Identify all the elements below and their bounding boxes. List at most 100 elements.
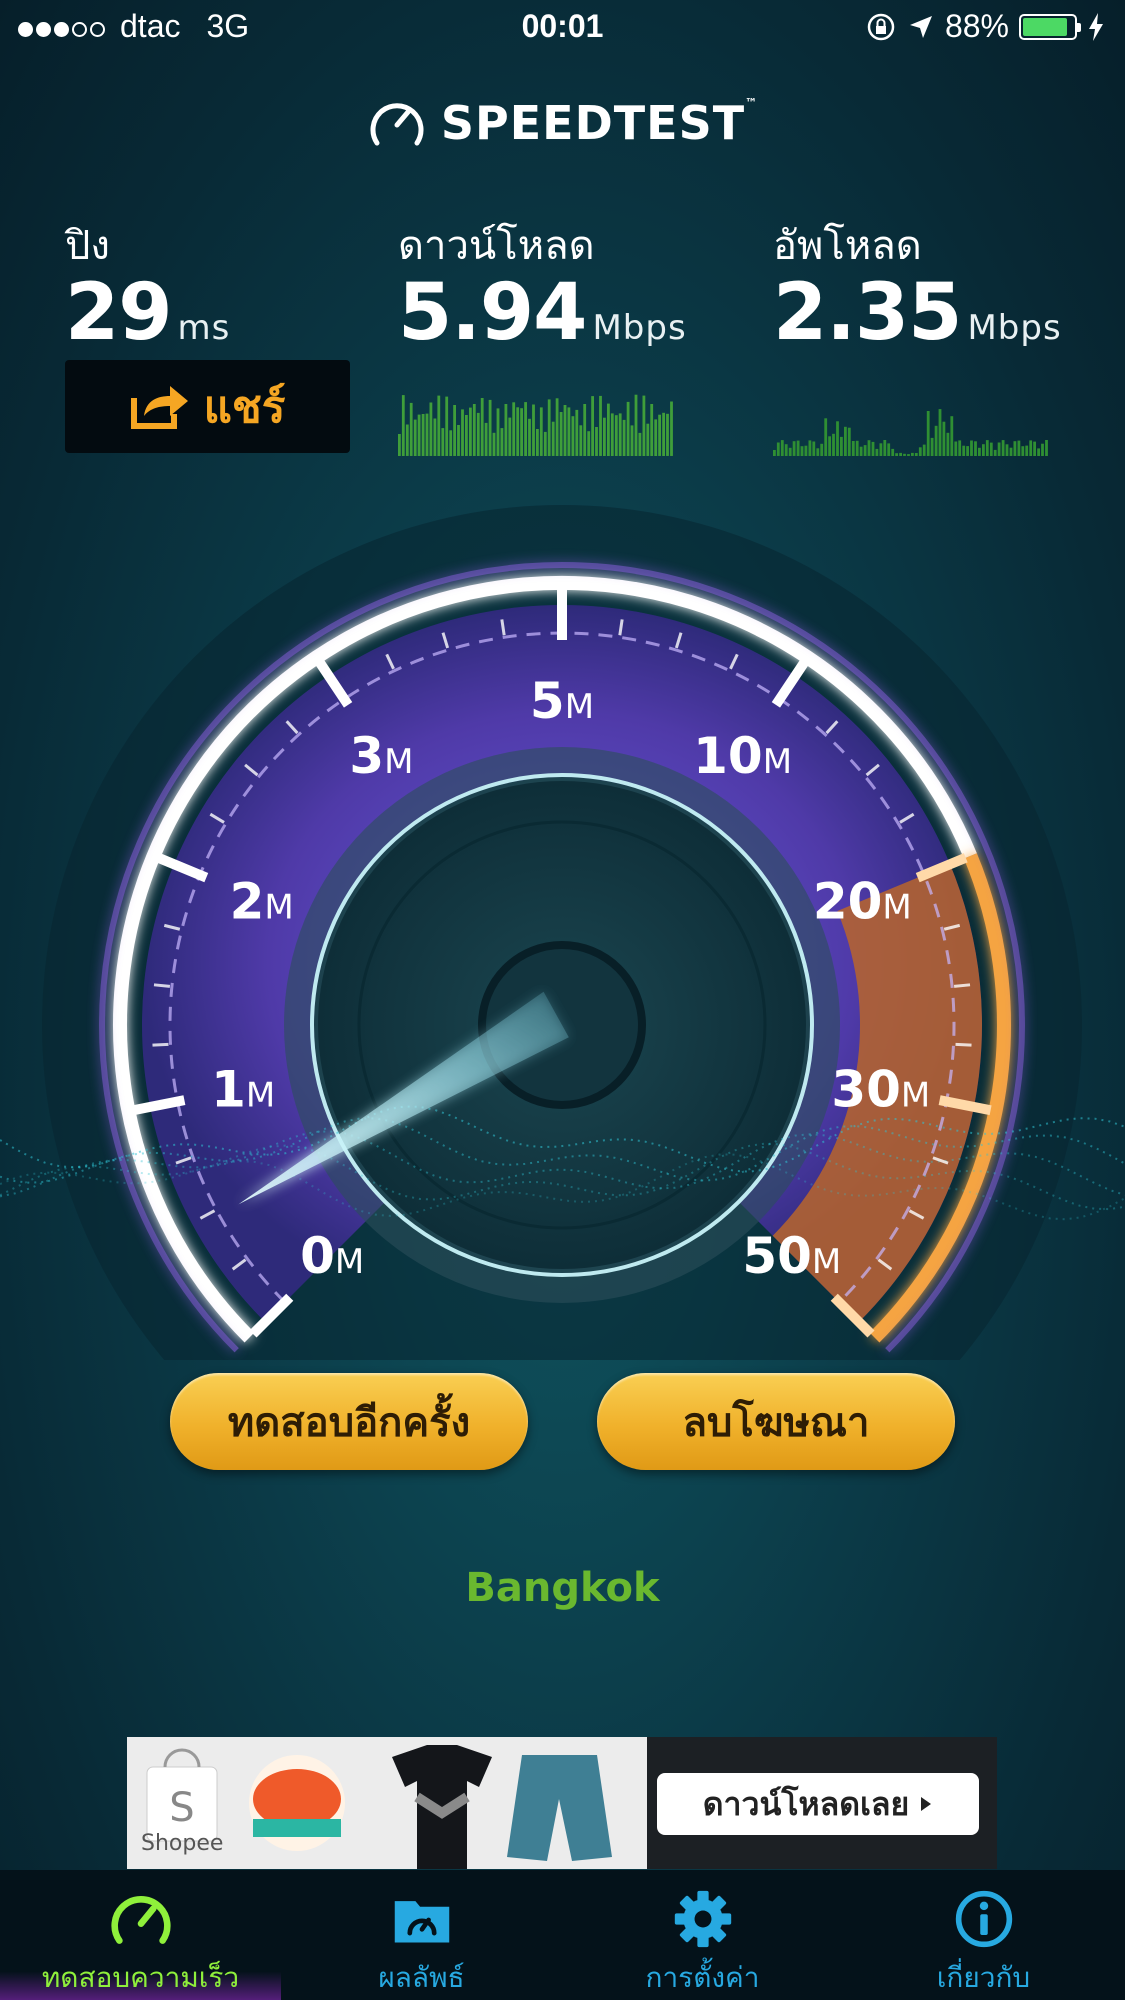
gauge-label-number: 50 — [742, 1227, 812, 1285]
tab-results[interactable]: ผลลัพธ์ — [281, 1870, 562, 2000]
sparkline-bar — [836, 421, 839, 456]
sparkline-bar — [528, 418, 531, 456]
sparkline-bar — [946, 432, 950, 456]
sparkline-bar — [1025, 445, 1029, 456]
upload-value: 2.35 Mbps — [773, 268, 1062, 358]
sparkline-bar — [792, 441, 796, 456]
sparkline-bar — [1033, 441, 1036, 456]
gauge-label-number: 30 — [831, 1060, 901, 1118]
sparkline-bar — [974, 441, 977, 456]
tab-speedtest-label: ทดสอบความเร็ว — [41, 1961, 240, 1994]
tab-settings-label: การตั้งค่า — [645, 1961, 760, 1994]
sparkline-bar — [808, 440, 812, 456]
sparkline-bar — [780, 440, 784, 456]
sparkline-bar — [851, 441, 855, 456]
sparkline-bar — [844, 426, 847, 456]
ping-value: 29 ms — [65, 268, 231, 358]
sparkline-bar — [788, 447, 792, 456]
sparkline-bar — [997, 442, 1001, 456]
sparkline-bar — [895, 453, 898, 456]
sparkline-bar — [512, 402, 516, 456]
charging-bolt-icon — [1089, 12, 1103, 41]
sparkline-bar — [504, 404, 508, 456]
sparkline-bar — [982, 444, 985, 456]
ad-image: S Shopee — [127, 1737, 647, 1869]
sparkline-bar — [911, 452, 914, 456]
gauge-label-unit: M — [763, 742, 792, 782]
upload-label: อัพโหลด — [773, 223, 922, 269]
gauge-label-unit: M — [264, 888, 293, 928]
sparkline-bar — [662, 412, 665, 456]
sparkline-bar — [603, 417, 606, 456]
sparkline-bar — [547, 399, 551, 456]
sparkline-bar — [524, 402, 527, 456]
gauge-label-unit: M — [882, 888, 911, 928]
sparkline-bar — [587, 431, 591, 456]
sparkline-bar — [646, 423, 650, 456]
ad-cta-label: ดาวน์โหลดเลย — [702, 1784, 910, 1823]
gauge-label-number: 0 — [300, 1227, 335, 1285]
sparkline-bar — [954, 441, 958, 456]
gauge-label-unit: M — [565, 687, 594, 727]
sparkline-bar — [543, 431, 547, 456]
server-location: Bangkok — [465, 1565, 660, 1611]
sparkline-bar — [642, 395, 646, 456]
sparkline-bar — [654, 419, 658, 456]
sparkline-bar — [903, 453, 906, 456]
share-button[interactable]: แชร์ — [65, 360, 350, 453]
tab-about[interactable]: เกี่ยวกับ — [843, 1870, 1124, 2000]
sparkline-bar — [607, 403, 610, 456]
tab-settings[interactable]: การตั้งค่า — [562, 1870, 843, 2000]
test-again-button[interactable]: ทดสอบอีกครั้ง — [170, 1373, 528, 1470]
sparkline-bar — [776, 442, 780, 456]
upload-metric: อัพโหลด 2.35 Mbps — [773, 222, 1062, 371]
sparkline-bar — [398, 434, 401, 456]
speedometer-logo-icon — [370, 103, 424, 146]
sparkline-bar — [409, 402, 413, 456]
sparkline-bar — [1009, 447, 1013, 456]
sparkline-bar — [595, 427, 598, 456]
sparkline-bar — [508, 417, 512, 456]
sparkline-bar — [867, 440, 871, 456]
sparkline-bar — [445, 396, 449, 456]
sparkline-bar — [469, 407, 472, 456]
ping-metric: ปิง 29 ms — [65, 222, 230, 371]
sparkline-bar — [922, 444, 926, 456]
sparkline-bar — [433, 418, 437, 456]
sparkline-bar — [520, 408, 523, 456]
sparkline-bar — [461, 409, 464, 456]
gauge-label-unit: M — [335, 1242, 364, 1282]
sparkline-bar — [429, 402, 433, 456]
remove-ads-button[interactable]: ลบโฆษณา — [597, 1373, 955, 1470]
sparkline-bar — [630, 425, 634, 456]
sparkline-bar — [516, 407, 520, 456]
sparkline-bar — [670, 401, 673, 456]
sparkline-bar — [985, 440, 989, 456]
sparkline-bar — [453, 405, 456, 456]
sparkline-bar — [666, 413, 669, 456]
sparkline-bar — [962, 445, 966, 456]
sparkline-bar — [989, 442, 993, 456]
sparkline-bar — [480, 398, 484, 456]
sparkline-bar — [622, 419, 626, 456]
gauge-label-unit: M — [246, 1075, 275, 1115]
sparkline-bar — [812, 441, 816, 456]
sparkline-bar — [859, 446, 863, 456]
gauge-minor-tick — [152, 1042, 169, 1047]
ad-banner[interactable]: S Shopee ดาวน์โหลดเลย — [127, 1737, 997, 1869]
sparkline-bar — [437, 395, 441, 456]
sparkline-bar — [610, 413, 614, 456]
sparkline-bar — [1041, 443, 1044, 456]
sparkline-bar — [907, 454, 910, 456]
ad-download-button[interactable]: ดาวน์โหลดเลย — [657, 1773, 979, 1835]
sparkline-bar — [658, 414, 661, 456]
sparkline-bar — [816, 448, 820, 456]
sparkline-bar — [413, 419, 417, 456]
gear-icon — [674, 1890, 731, 1948]
sparkline-bar — [575, 409, 579, 456]
battery-icon — [1019, 13, 1081, 40]
battery-percent: 88% — [944, 8, 1009, 44]
tab-speedtest[interactable]: ทดสอบความเร็ว — [0, 1870, 281, 2000]
svg-text:S: S — [169, 1785, 194, 1831]
sparkline-bar — [855, 440, 859, 456]
